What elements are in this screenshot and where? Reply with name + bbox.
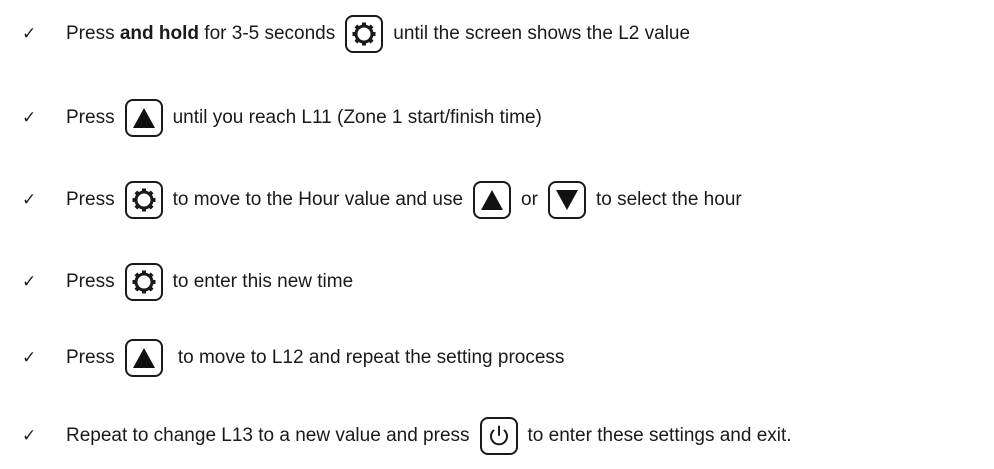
instruction-step: ✓ Press until you reach L11 (Zone 1 start/… <box>0 94 994 142</box>
step-text-segment: to move to L12 and repeat the setting pr… <box>172 347 565 368</box>
bold-emphasis-text: and hold <box>119 23 200 44</box>
checkmark-icon: ✓ <box>22 108 37 128</box>
step-text-segment: Press <box>66 107 115 128</box>
gear-icon <box>132 270 156 294</box>
step-text-segment: to move to the Hour value and use <box>172 189 464 210</box>
step-text: Repeat to change L13 to a new value and … <box>66 412 792 460</box>
step-text: Press to move to L12 and repeat the sett… <box>66 334 564 382</box>
up-arrow-icon <box>132 348 155 368</box>
instruction-step: ✓ Press to enter this new time <box>0 258 994 306</box>
instruction-step: ✓ Press to move to the Hour value and use o… <box>0 176 994 224</box>
down-arrow-icon <box>555 190 578 210</box>
instruction-step: ✓ Press and hold for 3-5 seconds until the… <box>0 10 994 58</box>
step-text-segment: to select the hour <box>595 189 742 210</box>
gear-button-icon <box>345 15 384 53</box>
step-text-segment: Press <box>66 23 120 44</box>
step-text-segment: Repeat to change L13 to a new value and … <box>66 425 470 446</box>
step-text: Press to enter this new time <box>66 258 353 306</box>
up-arrow-icon <box>481 190 504 210</box>
step-text-segment: to enter these settings and exit. <box>527 425 792 446</box>
step-text-segment: Press <box>66 271 115 292</box>
step-text-segment: Press <box>66 347 115 368</box>
gear-icon <box>132 188 156 212</box>
down-arrow-button-icon <box>547 181 586 219</box>
gear-icon <box>352 22 376 46</box>
checkmark-icon: ✓ <box>22 426 37 446</box>
up-arrow-button-icon <box>473 181 512 219</box>
step-text: Press to move to the Hour value and use or… <box>66 176 742 224</box>
power-button-icon <box>479 417 518 455</box>
gear-button-icon <box>124 263 163 301</box>
gear-button-icon <box>124 181 163 219</box>
checkmark-icon: ✓ <box>22 190 37 210</box>
step-text-segment: or <box>521 189 538 210</box>
step-text-segment: for 3-5 seconds <box>199 23 336 44</box>
checkmark-icon: ✓ <box>22 24 37 44</box>
power-icon <box>489 425 508 446</box>
up-arrow-button-icon <box>124 99 163 137</box>
instruction-step: ✓ Press to move to L12 and repeat the set… <box>0 334 994 382</box>
step-text: Press until you reach L11 (Zone 1 start/f… <box>66 94 542 142</box>
step-text-segment: Press <box>66 189 115 210</box>
checkmark-icon: ✓ <box>22 272 37 292</box>
step-text: Press and hold for 3-5 seconds until the … <box>66 10 690 58</box>
step-text-segment: until the screen shows the L2 value <box>393 23 691 44</box>
up-arrow-button-icon <box>124 339 163 377</box>
step-text-segment: until you reach L11 (Zone 1 start/finish… <box>172 107 542 128</box>
instruction-step: ✓ Repeat to change L13 to a new value and… <box>0 412 994 460</box>
up-arrow-icon <box>132 108 155 128</box>
checkmark-icon: ✓ <box>22 348 37 368</box>
step-text-segment: to enter this new time <box>172 271 354 292</box>
